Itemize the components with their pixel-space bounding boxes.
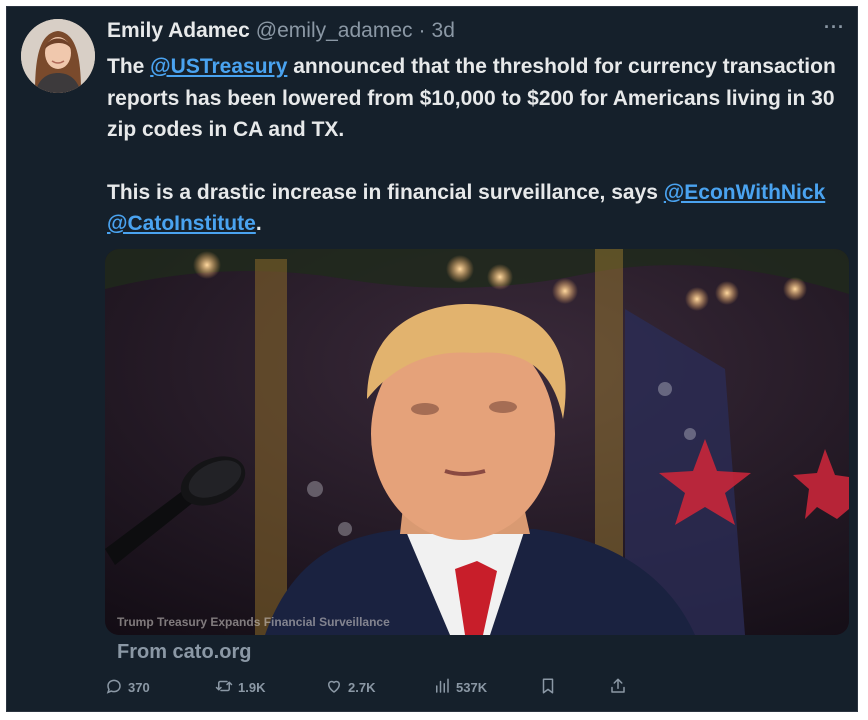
like-button[interactable]: 2.7K: [325, 677, 375, 698]
reply-icon: [105, 677, 123, 698]
like-icon: [325, 677, 343, 698]
retweet-count: 1.9K: [238, 680, 266, 695]
action-bar: 370 1.9K 2.7K 537K: [105, 677, 635, 703]
more-icon[interactable]: ···: [824, 17, 845, 38]
avatar[interactable]: [21, 19, 95, 93]
reply-count: 370: [128, 680, 150, 695]
reply-button[interactable]: 370: [105, 677, 150, 698]
tweet-header: Emily Adamec @emily_adamec · 3d: [107, 19, 797, 49]
tweet-paragraph-1: The @USTreasury announced that the thres…: [107, 51, 837, 146]
retweet-button[interactable]: 1.9K: [215, 677, 265, 698]
views-icon: [433, 677, 451, 698]
text-segment: .: [255, 212, 262, 235]
link-source[interactable]: From cato.org: [117, 641, 251, 664]
author-name[interactable]: Emily Adamec: [107, 19, 250, 43]
share-button[interactable]: [609, 677, 627, 698]
bookmark-button[interactable]: [539, 677, 557, 698]
retweet-icon: [215, 677, 233, 698]
author-handle[interactable]: @emily_adamec: [256, 19, 413, 43]
tweet-timestamp[interactable]: 3d: [432, 19, 455, 43]
views-count: 537K: [456, 680, 488, 695]
tweet-card[interactable]: Emily Adamec @emily_adamec · 3d ··· The …: [6, 6, 858, 712]
image-caption: Trump Treasury Expands Financial Surveil…: [117, 615, 390, 629]
tweet-paragraph-2: This is a drastic increase in financial …: [107, 177, 837, 240]
mention-ustreasury[interactable]: @USTreasury: [150, 55, 287, 78]
bookmark-icon: [539, 677, 557, 698]
header-separator: ·: [418, 19, 426, 42]
link-card-image[interactable]: Trump Treasury Expands Financial Surveil…: [105, 249, 849, 635]
like-count: 2.7K: [348, 680, 376, 695]
views-button[interactable]: 537K: [433, 677, 487, 698]
mention-catoinstitute[interactable]: @CatoInstitute: [107, 212, 256, 235]
tweet-text: The @USTreasury announced that the thres…: [107, 51, 837, 240]
text-segment: This is a drastic increase in financial …: [107, 180, 664, 204]
share-icon: [609, 677, 627, 698]
text-segment: The: [107, 55, 151, 78]
mention-econwithnick[interactable]: @EconWithNick: [664, 181, 825, 204]
